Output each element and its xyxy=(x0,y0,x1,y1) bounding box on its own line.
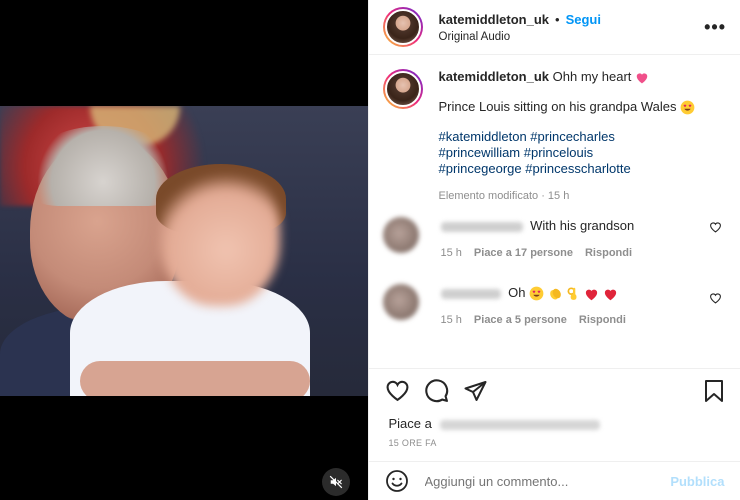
bookmark-icon xyxy=(704,379,723,402)
publish-button[interactable]: Pubblica xyxy=(670,474,724,489)
red-heart-emoji-icon xyxy=(604,289,616,300)
instagram-post-modal: katemiddleton_uk • Segui Original Audio … xyxy=(0,0,740,500)
heart-eyes-emoji-icon xyxy=(529,286,544,301)
comment-bubble-icon xyxy=(424,379,448,403)
comment-item: Oh 15 h Piace a 5 persone Rispondi xyxy=(369,284,740,326)
follow-button[interactable]: Segui xyxy=(566,12,601,27)
comment-text-line: With his grandson xyxy=(440,217,727,234)
caption-text-2: Prince Louis sitting on his grandpa Wale… xyxy=(438,99,677,114)
video-frame[interactable] xyxy=(0,106,368,396)
add-comment-bar: Pubblica xyxy=(368,461,740,500)
caption-second-line: Prince Louis sitting on his grandpa Wale… xyxy=(439,99,696,115)
commenter-username-blurred[interactable] xyxy=(440,288,501,299)
save-button[interactable] xyxy=(703,379,725,403)
heart-emoji-icon xyxy=(636,73,648,84)
author-avatar[interactable] xyxy=(382,7,423,47)
comment-text: Oh xyxy=(508,285,526,301)
clapping-hands-emoji-icon xyxy=(549,288,561,300)
more-options-button[interactable]: ••• xyxy=(704,17,726,38)
commenter-username-blurred[interactable] xyxy=(440,221,523,232)
comment-time: 15 h xyxy=(440,314,462,327)
reply-button[interactable]: Rispondi xyxy=(579,314,626,326)
comment-meta: 15 h Piace a 17 persone Rispondi xyxy=(441,247,727,259)
emoji-smile-icon[interactable] xyxy=(385,469,409,493)
caption-first-line: katemiddleton_uk Ohh my heart xyxy=(439,69,696,85)
post-likes[interactable]: Piace a xyxy=(389,416,600,431)
boy-face-blurred xyxy=(160,166,280,306)
post-header: katemiddleton_uk • Segui Original Audio … xyxy=(368,0,740,55)
share-button[interactable] xyxy=(463,379,488,403)
caption-body: katemiddleton_uk Ohh my heart Prince Lou… xyxy=(439,69,696,204)
like-button[interactable] xyxy=(385,379,410,402)
likes-prefix: Piace a xyxy=(388,416,432,431)
avatar-image xyxy=(384,9,421,45)
comment-item: With his grandson 15 h Piace a 17 person… xyxy=(369,217,740,259)
audio-label[interactable]: Original Audio xyxy=(439,31,705,43)
heart-eyes-emoji-icon xyxy=(680,100,695,115)
hands xyxy=(80,361,310,396)
paper-plane-icon xyxy=(464,380,486,401)
caption-text-1: Ohh my heart xyxy=(552,69,632,84)
author-username[interactable]: katemiddleton_uk xyxy=(439,12,550,27)
caption-avatar[interactable] xyxy=(382,69,423,109)
comment-meta: 15 h Piace a 5 persone Rispondi xyxy=(441,314,727,326)
like-comment-heart-icon[interactable] xyxy=(709,221,722,233)
separator-dot: • xyxy=(555,11,560,27)
likers-blurred[interactable] xyxy=(439,419,600,430)
speaker-muted-icon xyxy=(329,475,343,489)
post-actions-bar xyxy=(368,368,740,412)
header-text: katemiddleton_uk • Segui Original Audio xyxy=(439,12,705,43)
hashtag-line-3[interactable]: #princegeorge #princesscharlotte xyxy=(439,161,696,177)
caption-meta: Elemento modificato · 15 h xyxy=(438,190,570,203)
avatar-image xyxy=(384,71,421,107)
comment-time: 15 h xyxy=(440,247,462,260)
caption: katemiddleton_uk Ohh my heart Prince Lou… xyxy=(369,55,740,204)
comment-body: With his grandson 15 h Piace a 17 person… xyxy=(440,217,727,259)
post-media[interactable] xyxy=(0,0,368,500)
comment-button[interactable] xyxy=(424,378,449,403)
commenter-avatar-blurred[interactable] xyxy=(382,284,419,321)
comment-body: Oh 15 h Piace a 5 persone Rispondi xyxy=(440,284,727,326)
comment-input[interactable] xyxy=(422,472,671,490)
like-comment-heart-icon[interactable] xyxy=(709,292,722,304)
heart-icon xyxy=(386,380,408,402)
post-side-panel: katemiddleton_uk • Segui Original Audio … xyxy=(367,0,740,500)
hashtags: #katemiddleton #princecharles #princewil… xyxy=(439,129,696,177)
comment-likes[interactable]: Piace a 17 persone xyxy=(474,247,573,259)
reply-button[interactable]: Rispondi xyxy=(585,247,632,259)
caption-username[interactable]: katemiddleton_uk xyxy=(439,69,550,84)
audio-muted-button[interactable] xyxy=(322,468,350,496)
comment-text-line: Oh xyxy=(440,284,727,301)
red-heart-emoji-icon xyxy=(585,289,598,300)
hashtag-line-1[interactable]: #katemiddleton #princecharles xyxy=(439,129,696,145)
header-line: katemiddleton_uk • Segui xyxy=(439,12,705,27)
ok-hand-emoji-icon xyxy=(567,287,577,300)
comment-text: With his grandson xyxy=(530,218,635,234)
post-time: 15 ORE FA xyxy=(388,438,437,448)
hashtag-line-2[interactable]: #princewilliam #princelouis xyxy=(439,145,696,161)
comment-likes[interactable]: Piace a 5 persone xyxy=(474,314,567,326)
commenter-avatar-blurred[interactable] xyxy=(382,217,419,254)
